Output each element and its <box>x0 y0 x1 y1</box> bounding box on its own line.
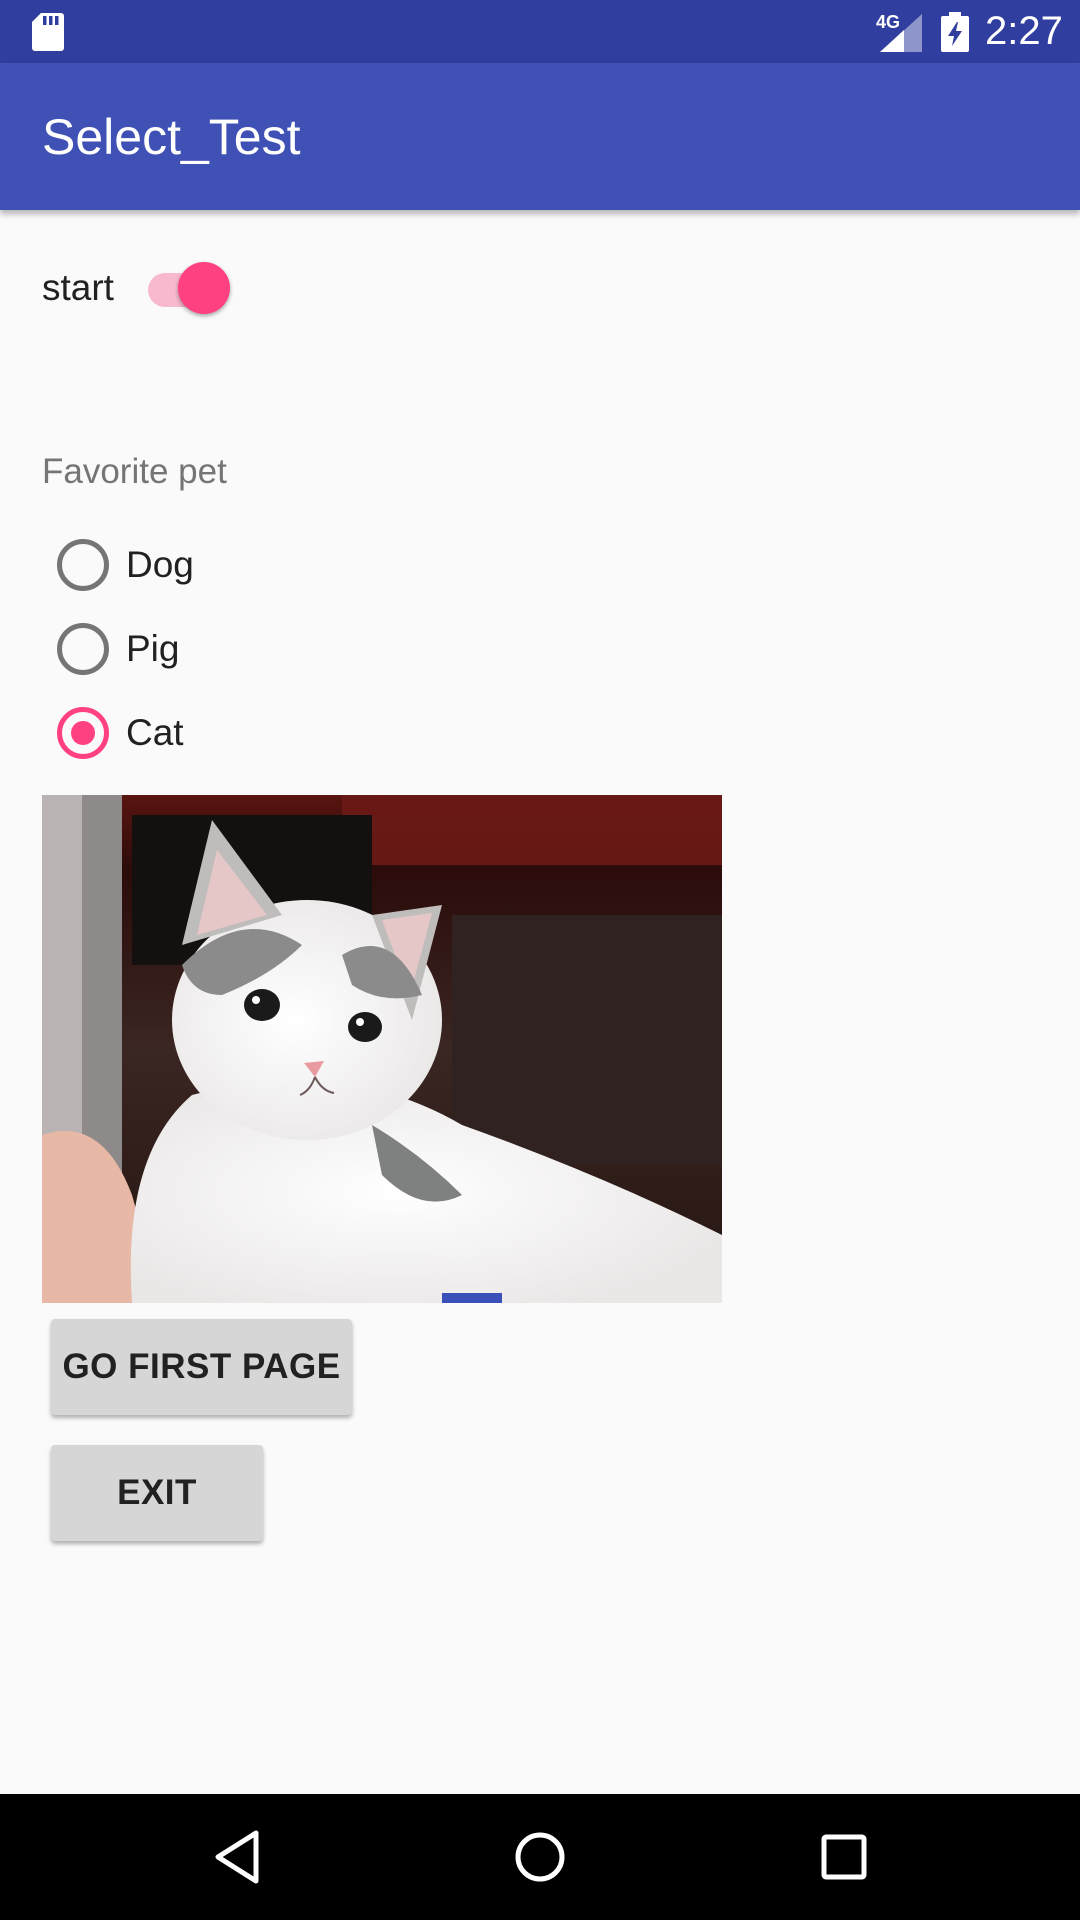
battery-charging-icon <box>941 12 969 52</box>
start-switch-label: start <box>42 267 114 308</box>
radio-label: Pig <box>126 628 180 669</box>
start-switch[interactable] <box>146 258 236 318</box>
cat-photo <box>42 795 722 1303</box>
recents-icon[interactable] <box>804 1817 884 1897</box>
radio-option-dog[interactable]: Dog <box>42 522 442 606</box>
switch-thumb <box>178 262 230 314</box>
status-bar: 4G 2:27 <box>0 0 1080 63</box>
cat-illustration <box>42 795 722 1303</box>
sd-card-icon <box>32 13 64 51</box>
radio-label: Dog <box>126 544 194 585</box>
back-icon[interactable] <box>196 1817 276 1897</box>
go-first-page-button[interactable]: GO FIRST PAGE <box>51 1319 352 1415</box>
radio-dot <box>71 721 95 745</box>
screen: 4G 2:27 Select_Test start Favorite pet D… <box>0 0 1080 1920</box>
cell-signal-icon <box>880 14 922 52</box>
app-bar: Select_Test <box>0 63 1080 210</box>
radio-button-checked-icon <box>57 707 109 759</box>
radio-button-icon <box>57 623 109 675</box>
radio-option-pig[interactable]: Pig <box>42 606 442 690</box>
exit-button[interactable]: EXIT <box>51 1445 263 1541</box>
app-title: Select_Test <box>42 109 301 165</box>
radio-label: Cat <box>126 712 184 753</box>
favorite-pet-label: Favorite pet <box>42 452 227 491</box>
radio-button-icon <box>57 539 109 591</box>
home-icon[interactable] <box>500 1817 580 1897</box>
navigation-bar <box>0 1794 1080 1920</box>
radio-option-cat[interactable]: Cat <box>42 690 442 774</box>
clock: 2:27 <box>985 9 1063 53</box>
